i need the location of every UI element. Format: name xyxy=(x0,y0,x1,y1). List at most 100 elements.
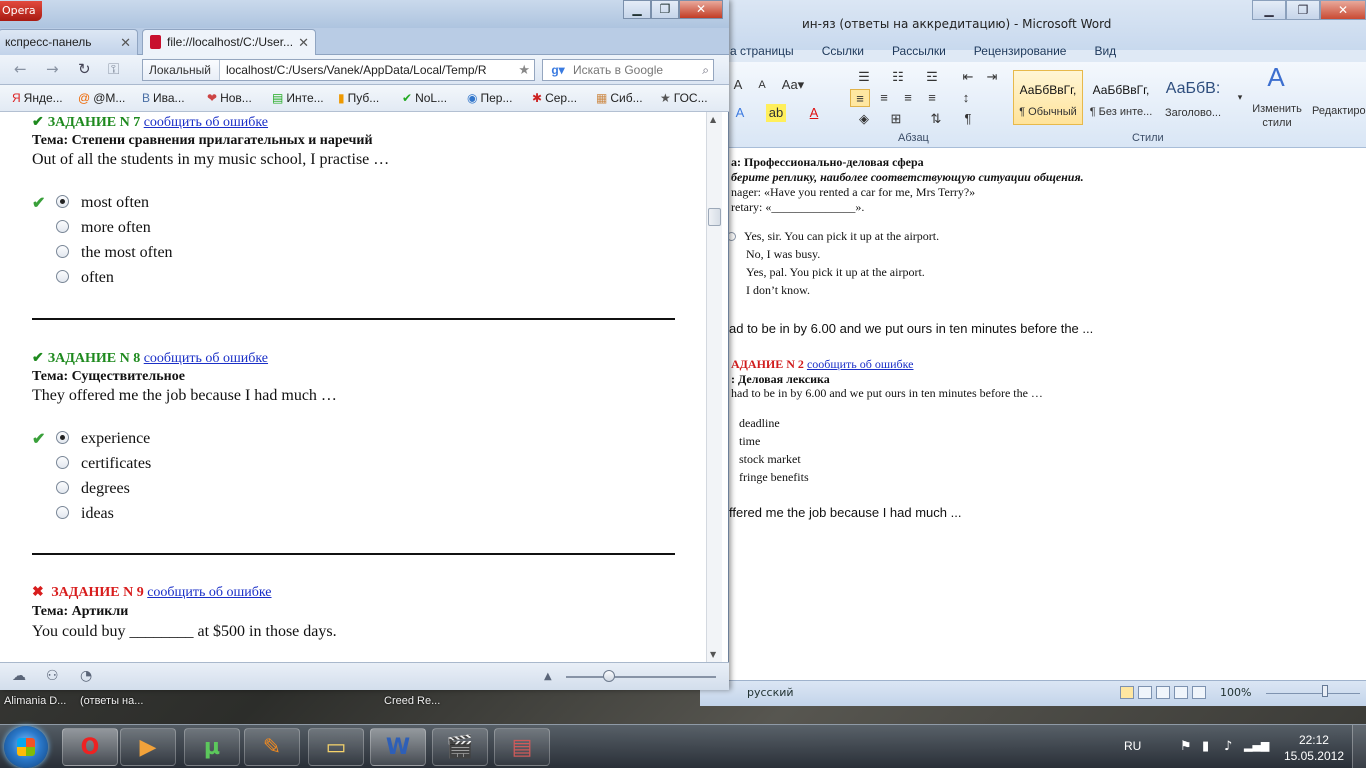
bookmark-item[interactable]: ✱ Сер... xyxy=(532,91,577,105)
scroll-down-icon[interactable]: ▼ xyxy=(710,650,716,659)
tab-mailings[interactable]: Рассылки xyxy=(878,42,960,62)
text-effects-icon[interactable]: A xyxy=(730,104,750,122)
close-icon[interactable]: ✕ xyxy=(1320,0,1366,20)
report-error-link[interactable]: сообщить об ошибке xyxy=(144,115,268,130)
flag-icon[interactable]: ⚑ xyxy=(1180,739,1192,754)
borders-icon[interactable]: ⊞ xyxy=(886,110,906,128)
radio-button[interactable] xyxy=(56,481,69,494)
word-document-page[interactable]: а: Профессионально-деловая сфера берите … xyxy=(700,148,1366,680)
bookmark-item[interactable]: @ @M... xyxy=(78,91,125,105)
radio-button[interactable] xyxy=(56,245,69,258)
tab-review[interactable]: Рецензирование xyxy=(960,42,1081,62)
justify-icon[interactable]: ≡ xyxy=(922,89,942,107)
minimize-icon[interactable]: ▁ xyxy=(1252,0,1286,20)
numbering-icon[interactable]: ☷ xyxy=(888,68,908,86)
taskbar-word[interactable]: W xyxy=(370,728,426,766)
answer-option[interactable]: ✔ experience xyxy=(32,430,150,450)
font-color-icon[interactable]: A xyxy=(804,104,824,122)
background-window-title[interactable]: Alimania D... xyxy=(4,695,66,707)
style-normal[interactable]: АаБбВвГг, ¶ Обычный xyxy=(1013,70,1083,125)
speed-icon[interactable]: ◔ xyxy=(80,668,92,684)
minimize-icon[interactable]: ▁ xyxy=(623,0,651,19)
bookmark-item[interactable]: ✔ NoL... xyxy=(402,91,447,105)
show-desktop-button[interactable] xyxy=(1352,725,1366,768)
zoom-out-icon[interactable]: ▲ xyxy=(544,671,552,682)
star-icon[interactable]: ★ xyxy=(518,60,530,80)
report-error-link[interactable]: сообщить об ошибке xyxy=(147,585,271,600)
radio-button[interactable] xyxy=(56,270,69,283)
style-heading[interactable]: АаБбВ: Заголово... xyxy=(1158,70,1228,125)
change-styles-button[interactable]: Изменить стили xyxy=(1244,102,1310,129)
bookmark-item[interactable]: Я Янде... xyxy=(12,91,63,105)
tab-local-file[interactable]: file://localhost/C:/User... ✕ xyxy=(142,29,316,55)
network-icon[interactable]: ▂▄▆ xyxy=(1244,739,1269,752)
font-size-icon[interactable]: A xyxy=(728,76,748,94)
bullets-icon[interactable]: ☰ xyxy=(854,68,874,86)
bookmark-item[interactable]: ▦ Сиб... xyxy=(596,91,643,105)
volume-icon[interactable]: ♪ xyxy=(1224,739,1232,754)
back-icon[interactable]: ← xyxy=(14,60,27,78)
answer-option[interactable]: the most often xyxy=(56,244,173,264)
share-icon[interactable]: ⚇ xyxy=(46,668,59,684)
radio-button[interactable] xyxy=(56,431,69,444)
sort-icon[interactable]: ⇅ xyxy=(926,110,946,128)
change-case-icon[interactable]: Aa▾ xyxy=(780,76,806,94)
taskbar-app-icon[interactable]: ✎ xyxy=(244,728,300,766)
show-marks-icon[interactable]: ¶ xyxy=(958,110,978,128)
highlight-icon[interactable]: ab xyxy=(766,104,786,122)
align-left-icon[interactable]: ≡ xyxy=(850,89,870,107)
answer-option[interactable]: certificates xyxy=(56,455,151,475)
clock[interactable]: 22:12 15.05.2012 xyxy=(1284,732,1344,764)
bookmark-item[interactable]: ▤ Инте... xyxy=(272,91,324,105)
restore-icon[interactable]: ❐ xyxy=(651,0,679,19)
report-error-link[interactable]: сообщить об ошибке xyxy=(144,351,268,366)
zoom-slider[interactable] xyxy=(566,676,716,678)
answer-option[interactable]: ideas xyxy=(56,505,114,525)
zoom-slider-handle[interactable] xyxy=(603,670,615,682)
cloud-icon[interactable]: ☁ xyxy=(12,668,26,684)
radio-button[interactable] xyxy=(56,195,69,208)
shading-icon[interactable]: ◈ xyxy=(854,110,874,128)
battery-icon[interactable]: ▮ xyxy=(1202,739,1209,754)
reload-icon[interactable]: ↻ xyxy=(78,60,91,78)
tab-speed-dial[interactable]: кспресс-панель ✕ xyxy=(0,29,138,55)
radio-button[interactable] xyxy=(56,456,69,469)
answer-option[interactable]: more often xyxy=(56,219,151,239)
decrease-indent-icon[interactable]: ⇤ xyxy=(958,68,978,86)
restore-icon[interactable]: ❐ xyxy=(1286,0,1320,20)
tab-references[interactable]: Ссылки xyxy=(808,42,878,62)
taskbar-media-player[interactable]: ▶ xyxy=(120,728,176,766)
bookmark-item[interactable]: ◉ Пер... xyxy=(467,91,512,105)
bookmark-item[interactable]: ❤ Нов... xyxy=(207,91,252,105)
forward-icon[interactable]: → xyxy=(46,60,59,78)
multilevel-list-icon[interactable]: ☲ xyxy=(922,68,942,86)
answer-option[interactable]: ✔ most often xyxy=(32,194,149,214)
editing-button[interactable]: Редактиров xyxy=(1312,102,1366,120)
line-spacing-icon[interactable]: ↕ xyxy=(956,89,976,107)
local-badge[interactable]: Локальный xyxy=(143,60,220,80)
opera-menu-button[interactable]: Opera xyxy=(0,1,42,21)
vertical-scrollbar[interactable]: ▲ ▼ xyxy=(706,112,722,662)
taskbar-opera[interactable]: O xyxy=(62,728,118,766)
radio-button[interactable] xyxy=(56,506,69,519)
style-no-spacing[interactable]: АаБбВвГг, ¶ Без инте... xyxy=(1086,70,1156,125)
report-error-link[interactable]: сообщить об ошибке xyxy=(807,357,914,371)
increase-indent-icon[interactable]: ⇥ xyxy=(982,68,1002,86)
search-icon[interactable]: ⌕ xyxy=(702,60,709,80)
answer-option[interactable]: often xyxy=(56,269,114,289)
address-input[interactable]: Локальный localhost/C:/Users/Vanek/AppDat… xyxy=(142,59,535,81)
google-icon[interactable]: g▾ xyxy=(543,60,573,80)
background-window-title[interactable]: (ответы на... xyxy=(80,695,143,707)
radio-button[interactable] xyxy=(56,220,69,233)
close-icon[interactable]: ✕ xyxy=(120,30,131,55)
page-content[interactable]: ✔ ЗАДАНИЕ N 7 сообщить об ошибке Тема: Ст… xyxy=(0,112,706,662)
bookmark-item[interactable]: ★ ГОС... xyxy=(660,91,708,105)
taskbar-video-icon[interactable]: 🎬 xyxy=(432,728,488,766)
shrink-font-icon[interactable]: A xyxy=(752,76,772,94)
bookmark-item[interactable]: ▮ Пуб... xyxy=(338,91,379,105)
background-window-title[interactable]: Creed Re... xyxy=(384,695,440,707)
scrollbar-thumb[interactable] xyxy=(708,208,721,226)
close-icon[interactable]: ✕ xyxy=(298,30,309,55)
start-button[interactable] xyxy=(4,726,48,768)
language-indicator[interactable]: RU xyxy=(1124,739,1141,753)
